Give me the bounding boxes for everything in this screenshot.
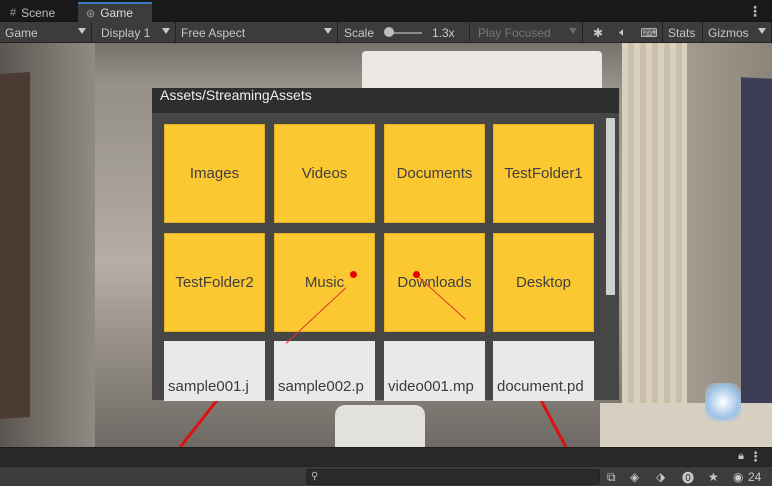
audio-mute-icon[interactable]: 🔈︎	[612, 22, 634, 43]
folder-tile[interactable]: TestFolder1	[493, 124, 594, 223]
gamepad-icon: ⊛	[86, 7, 96, 20]
scene-kettle	[335, 405, 425, 447]
lock-icon[interactable]: 🔒︎	[738, 450, 744, 463]
folder-tile[interactable]: Desktop	[493, 233, 594, 332]
file-browser-path: Assets/StreamingAssets	[160, 87, 312, 103]
folder-label: Downloads	[397, 274, 472, 291]
grid-icon: #	[10, 6, 17, 19]
tab-scene-label: Scene	[21, 5, 56, 20]
more-options-icon[interactable]: ⋮	[749, 449, 762, 465]
aspect-dropdown[interactable]: Free Aspect	[176, 22, 338, 43]
folder-label: TestFolder1	[504, 165, 583, 182]
file-label: sample001.j	[168, 378, 249, 395]
scene-right-panel	[741, 77, 772, 409]
scale-value: 1.3x	[432, 25, 455, 40]
folder-tile[interactable]: Downloads	[384, 233, 485, 332]
file-label: video001.mp	[388, 378, 474, 395]
scale-label: Scale	[344, 25, 375, 40]
folder-tile[interactable]: TestFolder2	[164, 233, 265, 332]
chevron-down-icon	[758, 28, 766, 34]
display-mode-dropdown[interactable]: Game	[0, 22, 92, 43]
search-field[interactable]: ⚲	[306, 469, 600, 485]
keyboard-icon[interactable]: ⌨	[638, 22, 660, 43]
stats-button[interactable]: Stats	[662, 22, 703, 43]
bug-icon[interactable]: ✱	[588, 22, 608, 43]
filter-by-type-icon[interactable]: ◈	[630, 467, 639, 486]
scene-search-icon[interactable]: ⧉	[607, 467, 616, 486]
scene-air-conditioner	[362, 51, 602, 93]
tab-game-label: Game	[100, 6, 133, 20]
tag-icon[interactable]: ⬗	[656, 467, 665, 486]
folder-label: Videos	[301, 165, 348, 182]
folder-label: TestFolder2	[175, 274, 254, 291]
folder-label: Documents	[396, 165, 473, 182]
play-mode-value: Play Focused	[478, 25, 551, 40]
star-icon[interactable]: ★	[708, 467, 719, 486]
chevron-down-icon	[324, 28, 332, 34]
search-icon: ⚲	[311, 471, 319, 482]
scene-curtain	[622, 43, 687, 447]
file-tile[interactable]: video001.mp	[384, 341, 485, 401]
gizmos-label: Gizmos	[708, 25, 749, 40]
stats-label: Stats	[668, 25, 696, 40]
file-browser-title-bar: Assets/StreamingAssets	[152, 88, 619, 113]
scene-door	[0, 71, 30, 420]
chevron-down-icon	[569, 28, 577, 34]
folder-tile[interactable]: Documents	[384, 124, 485, 223]
game-toolbar: Game Display 1 Free Aspect Scale 1.3x Pl…	[0, 22, 772, 43]
file-tile[interactable]: sample001.j	[164, 341, 265, 401]
visibility-count-value: 24	[748, 470, 762, 484]
tab-scene[interactable]: # Scene	[2, 3, 63, 22]
folder-tile[interactable]: Videos	[274, 124, 375, 223]
chevron-down-icon	[162, 28, 170, 34]
eye-icon[interactable]: ◉	[733, 467, 743, 486]
file-label: sample002.p	[278, 378, 364, 395]
more-options-icon[interactable]: ⋮	[748, 3, 762, 20]
file-tile[interactable]: document.pd	[493, 341, 594, 401]
scale-slider-thumb[interactable]	[384, 27, 394, 37]
display-dropdown[interactable]: Display 1	[96, 22, 176, 43]
scale-control: Scale 1.3x	[339, 22, 470, 43]
folder-label: Images	[189, 165, 240, 182]
folder-label: Music	[304, 274, 345, 291]
project-toolbar: ⚲ ⧉ ◈ ⬗ ⓿ ★ ◉ 24	[0, 466, 772, 486]
visibility-count: 24	[748, 467, 761, 486]
aspect-value: Free Aspect	[181, 25, 246, 40]
gizmos-dropdown[interactable]: Gizmos	[703, 22, 772, 43]
file-label: document.pd	[497, 378, 584, 395]
chevron-down-icon	[78, 28, 86, 34]
tab-game[interactable]: ⊛ Game	[78, 2, 152, 22]
scene-table	[600, 403, 772, 447]
warning-icon[interactable]: ⓿	[682, 467, 694, 486]
folder-label: Desktop	[515, 274, 572, 291]
file-browser-scrollbar[interactable]	[606, 118, 615, 295]
tab-bar: # Scene ⊛ Game ⋮	[0, 0, 772, 22]
right-pointer-cursor	[413, 271, 420, 278]
left-pointer-cursor	[350, 271, 357, 278]
folder-tile[interactable]: Music	[274, 233, 375, 332]
console-header: 🔒︎ ⋮	[0, 447, 772, 466]
folder-tile[interactable]: Images	[164, 124, 265, 223]
display-mode-value: Game	[5, 25, 38, 40]
file-tile[interactable]: sample002.p	[274, 341, 375, 401]
scene-light-object	[705, 383, 741, 421]
play-mode-dropdown[interactable]: Play Focused	[473, 22, 583, 43]
display-value: Display 1	[101, 25, 151, 40]
